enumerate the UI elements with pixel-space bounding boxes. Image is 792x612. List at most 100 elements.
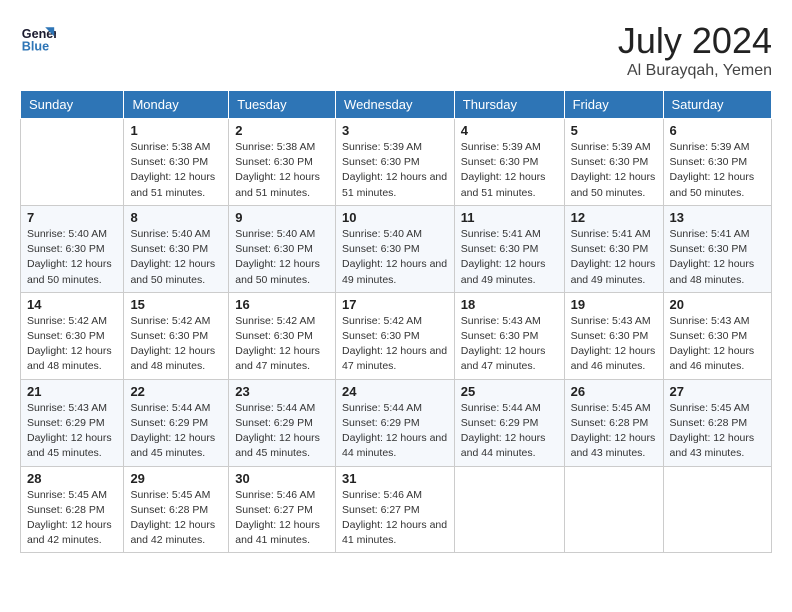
day-number: 30: [235, 471, 329, 486]
calendar-cell: 27 Sunrise: 5:45 AMSunset: 6:28 PMDayligh…: [663, 379, 771, 466]
day-info: Sunrise: 5:45 AMSunset: 6:28 PMDaylight:…: [27, 488, 117, 549]
calendar-cell: 17 Sunrise: 5:42 AMSunset: 6:30 PMDayligh…: [336, 292, 455, 379]
day-number: 25: [461, 384, 558, 399]
calendar-cell: 14 Sunrise: 5:42 AMSunset: 6:30 PMDayligh…: [21, 292, 124, 379]
calendar-cell: 8Sunrise: 5:40 AMSunset: 6:30 PMDaylight…: [124, 205, 229, 292]
day-info: Sunrise: 5:44 AMSunset: 6:29 PMDaylight:…: [342, 401, 448, 462]
day-info: Sunrise: 5:42 AMSunset: 6:30 PMDaylight:…: [27, 314, 117, 375]
day-number: 22: [130, 384, 222, 399]
day-info: Sunrise: 5:40 AMSunset: 6:30 PMDaylight:…: [130, 227, 222, 288]
calendar-cell: 6 Sunrise: 5:39 AMSunset: 6:30 PMDaylight…: [663, 119, 771, 206]
calendar-body: 1Sunrise: 5:38 AMSunset: 6:30 PMDaylight…: [21, 119, 772, 553]
calendar-cell: 30Sunrise: 5:46 AMSunset: 6:27 PMDayligh…: [229, 466, 336, 553]
day-number: 28: [27, 471, 117, 486]
day-number: 14: [27, 297, 117, 312]
calendar-cell: 16Sunrise: 5:42 AMSunset: 6:30 PMDayligh…: [229, 292, 336, 379]
calendar-cell: 21Sunrise: 5:43 AMSunset: 6:29 PMDayligh…: [21, 379, 124, 466]
day-number: 9: [235, 210, 329, 225]
day-number: 31: [342, 471, 448, 486]
calendar-cell: [21, 119, 124, 206]
day-number: 18: [461, 297, 558, 312]
logo-icon: General Blue: [20, 20, 56, 56]
day-info: Sunrise: 5:39 AMSunset: 6:30 PMDaylight:…: [670, 140, 765, 201]
day-info: Sunrise: 5:45 AMSunset: 6:28 PMDaylight:…: [670, 401, 765, 462]
day-info: Sunrise: 5:43 AMSunset: 6:29 PMDaylight:…: [27, 401, 117, 462]
day-number: 29: [130, 471, 222, 486]
calendar-cell: 19 Sunrise: 5:43 AMSunset: 6:30 PMDayligh…: [564, 292, 663, 379]
day-info: Sunrise: 5:44 AMSunset: 6:29 PMDaylight:…: [461, 401, 558, 462]
day-number: 15: [130, 297, 222, 312]
weekday-header-cell: Thursday: [454, 91, 564, 119]
calendar-cell: 24Sunrise: 5:44 AMSunset: 6:29 PMDayligh…: [336, 379, 455, 466]
calendar-cell: 7 Sunrise: 5:40 AMSunset: 6:30 PMDaylight…: [21, 205, 124, 292]
calendar-cell: [564, 466, 663, 553]
day-number: 27: [670, 384, 765, 399]
calendar-table: SundayMondayTuesdayWednesdayThursdayFrid…: [20, 90, 772, 553]
page-header: General Blue July 2024 Al Burayqah, Yeme…: [20, 20, 772, 80]
day-info: Sunrise: 5:43 AMSunset: 6:30 PMDaylight:…: [571, 314, 657, 375]
calendar-cell: 11 Sunrise: 5:41 AMSunset: 6:30 PMDayligh…: [454, 205, 564, 292]
day-info: Sunrise: 5:46 AMSunset: 6:27 PMDaylight:…: [342, 488, 448, 549]
day-info: Sunrise: 5:40 AMSunset: 6:30 PMDaylight:…: [235, 227, 329, 288]
day-info: Sunrise: 5:42 AMSunset: 6:30 PMDaylight:…: [130, 314, 222, 375]
day-info: Sunrise: 5:45 AMSunset: 6:28 PMDaylight:…: [571, 401, 657, 462]
calendar-cell: 5 Sunrise: 5:39 AMSunset: 6:30 PMDaylight…: [564, 119, 663, 206]
day-number: 6: [670, 123, 765, 138]
day-info: Sunrise: 5:43 AMSunset: 6:30 PMDaylight:…: [461, 314, 558, 375]
weekday-header-cell: Wednesday: [336, 91, 455, 119]
calendar-week-row: 21Sunrise: 5:43 AMSunset: 6:29 PMDayligh…: [21, 379, 772, 466]
calendar-cell: 23 Sunrise: 5:44 AMSunset: 6:29 PMDayligh…: [229, 379, 336, 466]
calendar-cell: 31 Sunrise: 5:46 AMSunset: 6:27 PMDayligh…: [336, 466, 455, 553]
logo: General Blue: [20, 20, 56, 56]
day-info: Sunrise: 5:41 AMSunset: 6:30 PMDaylight:…: [461, 227, 558, 288]
calendar-cell: 28 Sunrise: 5:45 AMSunset: 6:28 PMDayligh…: [21, 466, 124, 553]
day-number: 5: [571, 123, 657, 138]
calendar-cell: 26 Sunrise: 5:45 AMSunset: 6:28 PMDayligh…: [564, 379, 663, 466]
svg-text:Blue: Blue: [22, 40, 49, 54]
day-number: 23: [235, 384, 329, 399]
calendar-cell: 15 Sunrise: 5:42 AMSunset: 6:30 PMDayligh…: [124, 292, 229, 379]
day-info: Sunrise: 5:44 AMSunset: 6:29 PMDaylight:…: [130, 401, 222, 462]
day-number: 13: [670, 210, 765, 225]
location-title: Al Burayqah, Yemen: [618, 62, 772, 80]
calendar-cell: 25 Sunrise: 5:44 AMSunset: 6:29 PMDayligh…: [454, 379, 564, 466]
day-info: Sunrise: 5:45 AMSunset: 6:28 PMDaylight:…: [130, 488, 222, 549]
day-info: Sunrise: 5:42 AMSunset: 6:30 PMDaylight:…: [342, 314, 448, 375]
day-number: 20: [670, 297, 765, 312]
day-info: Sunrise: 5:43 AMSunset: 6:30 PMDaylight:…: [670, 314, 765, 375]
title-block: July 2024 Al Burayqah, Yemen: [618, 20, 772, 80]
weekday-header-cell: Saturday: [663, 91, 771, 119]
day-number: 3: [342, 123, 448, 138]
day-info: Sunrise: 5:39 AMSunset: 6:30 PMDaylight:…: [571, 140, 657, 201]
calendar-cell: [454, 466, 564, 553]
weekday-header-cell: Sunday: [21, 91, 124, 119]
calendar-cell: 13Sunrise: 5:41 AMSunset: 6:30 PMDayligh…: [663, 205, 771, 292]
day-info: Sunrise: 5:40 AMSunset: 6:30 PMDaylight:…: [27, 227, 117, 288]
calendar-cell: [663, 466, 771, 553]
day-number: 19: [571, 297, 657, 312]
day-info: Sunrise: 5:38 AMSunset: 6:30 PMDaylight:…: [130, 140, 222, 201]
day-info: Sunrise: 5:39 AMSunset: 6:30 PMDaylight:…: [342, 140, 448, 201]
calendar-cell: 12Sunrise: 5:41 AMSunset: 6:30 PMDayligh…: [564, 205, 663, 292]
day-info: Sunrise: 5:44 AMSunset: 6:29 PMDaylight:…: [235, 401, 329, 462]
calendar-cell: 29 Sunrise: 5:45 AMSunset: 6:28 PMDayligh…: [124, 466, 229, 553]
day-info: Sunrise: 5:42 AMSunset: 6:30 PMDaylight:…: [235, 314, 329, 375]
calendar-week-row: 1Sunrise: 5:38 AMSunset: 6:30 PMDaylight…: [21, 119, 772, 206]
day-number: 2: [235, 123, 329, 138]
day-info: Sunrise: 5:39 AMSunset: 6:30 PMDaylight:…: [461, 140, 558, 201]
day-number: 26: [571, 384, 657, 399]
day-number: 11: [461, 210, 558, 225]
day-number: 7: [27, 210, 117, 225]
calendar-week-row: 7 Sunrise: 5:40 AMSunset: 6:30 PMDaylight…: [21, 205, 772, 292]
calendar-cell: 3 Sunrise: 5:39 AMSunset: 6:30 PMDaylight…: [336, 119, 455, 206]
calendar-cell: 1Sunrise: 5:38 AMSunset: 6:30 PMDaylight…: [124, 119, 229, 206]
day-number: 17: [342, 297, 448, 312]
weekday-header-cell: Tuesday: [229, 91, 336, 119]
weekday-header-cell: Friday: [564, 91, 663, 119]
day-number: 10: [342, 210, 448, 225]
calendar-cell: 10Sunrise: 5:40 AMSunset: 6:30 PMDayligh…: [336, 205, 455, 292]
weekday-header-cell: Monday: [124, 91, 229, 119]
day-number: 12: [571, 210, 657, 225]
calendar-cell: 9 Sunrise: 5:40 AMSunset: 6:30 PMDaylight…: [229, 205, 336, 292]
calendar-week-row: 28 Sunrise: 5:45 AMSunset: 6:28 PMDayligh…: [21, 466, 772, 553]
